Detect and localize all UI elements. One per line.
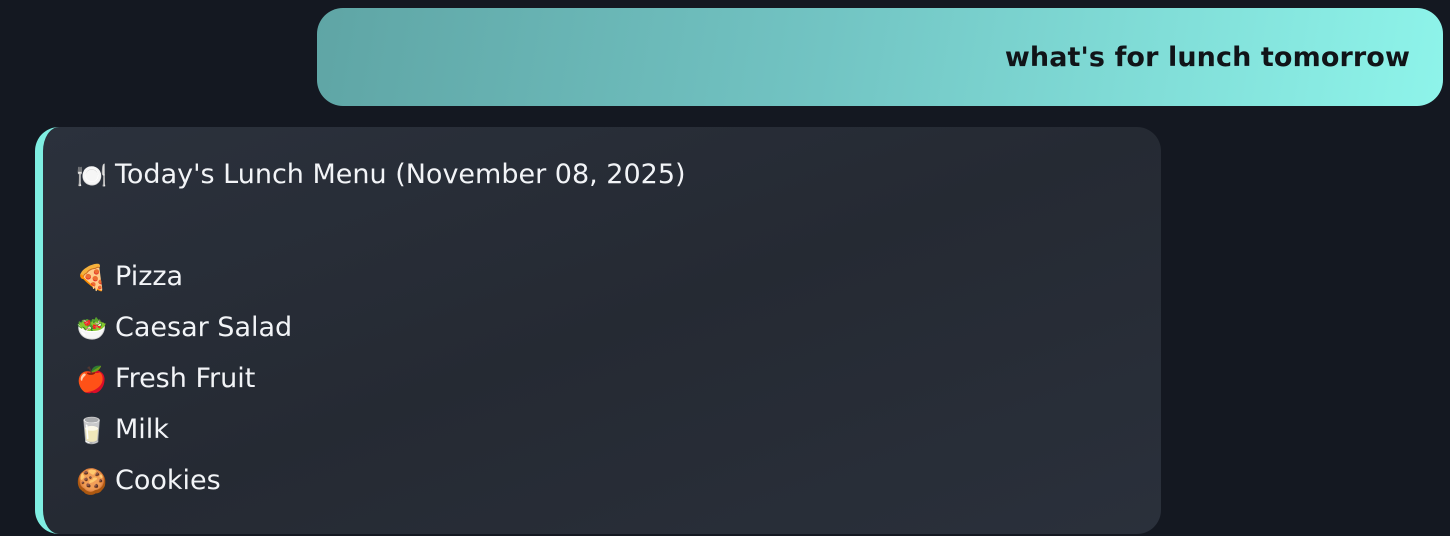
menu-item-label: Pizza	[115, 261, 184, 292]
cookie-icon: 🍪	[76, 466, 108, 496]
menu-item-label: Fresh Fruit	[115, 363, 256, 394]
milk-glass-icon: 🥛	[76, 415, 108, 445]
user-message-text: what's for lunch tomorrow	[1004, 41, 1410, 73]
menu-item-fresh-fruit: 🍎 Fresh Fruit	[75, 361, 1161, 397]
user-message-bubble: what's for lunch tomorrow	[317, 8, 1443, 106]
menu-item-label: Caesar Salad	[115, 312, 293, 343]
menu-title-text: Today's Lunch Menu (November 08, 2025)	[115, 159, 686, 190]
menu-title: 🍽️ Today's Lunch Menu (November 08, 2025…	[75, 157, 1161, 193]
menu-item-milk: 🥛 Milk	[75, 412, 1161, 448]
menu-item-label: Cookies	[115, 465, 221, 496]
assistant-message-bubble: 🍽️ Today's Lunch Menu (November 08, 2025…	[35, 127, 1161, 534]
menu-item-pizza: 🍕 Pizza	[75, 259, 1161, 295]
plate-cutlery-icon: 🍽️	[76, 160, 108, 190]
menu-item-caesar-salad: 🥗 Caesar Salad	[75, 310, 1161, 346]
salad-icon: 🥗	[76, 313, 108, 343]
menu-item-label: Milk	[115, 414, 169, 445]
apple-icon: 🍎	[76, 364, 108, 394]
pizza-icon: 🍕	[76, 262, 108, 292]
chat-thread: what's for lunch tomorrow 🍽️ Today's Lun…	[0, 0, 1450, 536]
menu-item-cookies: 🍪 Cookies	[75, 463, 1161, 499]
